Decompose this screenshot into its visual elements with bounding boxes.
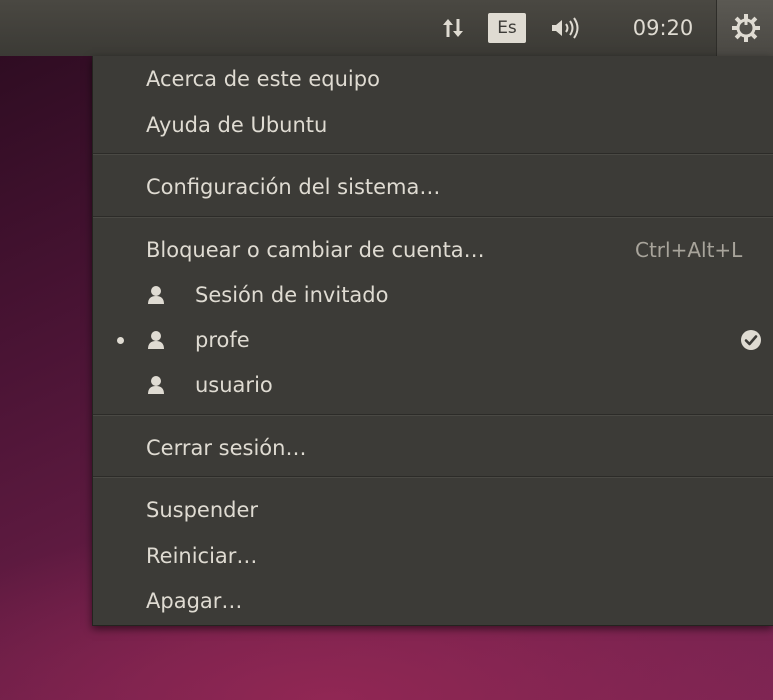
menu-item-about[interactable]: Acerca de este equipo (93, 56, 773, 102)
language-label: Es (497, 18, 517, 38)
menu-item-user-profe[interactable]: profe (93, 317, 773, 363)
menu-separator (93, 414, 773, 416)
menu-item-label: Cerrar sesión… (146, 436, 307, 460)
menu-item-system-settings[interactable]: Configuración del sistema… (93, 164, 773, 210)
menu-separator (93, 216, 773, 218)
top-panel: Es 09:20 (0, 0, 773, 56)
user-icon (148, 376, 164, 394)
power-gear-icon (731, 14, 760, 42)
network-indicator[interactable] (436, 0, 470, 56)
menu-item-label: profe (195, 328, 250, 352)
speaker-volume-icon (552, 17, 579, 39)
menu-item-shutdown[interactable]: Apagar… (93, 578, 773, 624)
user-icon (148, 331, 164, 349)
menu-item-restart[interactable]: Reiniciar… (93, 533, 773, 579)
clock-indicator[interactable]: 09:20 (620, 0, 706, 56)
user-icon (148, 286, 164, 304)
active-session-bullet-icon (117, 337, 124, 344)
session-indicator[interactable] (716, 0, 773, 56)
menu-item-label: Acerca de este equipo (146, 67, 380, 91)
menu-item-label: Ayuda de Ubuntu (146, 113, 328, 137)
menu-item-label: Reiniciar… (146, 544, 258, 568)
menu-item-user-usuario[interactable]: usuario (93, 362, 773, 408)
checkmark-icon (741, 330, 761, 350)
menu-item-label: Configuración del sistema… (146, 175, 441, 199)
keyboard-shortcut: Ctrl+Alt+L (635, 238, 743, 262)
menu-item-user-guest[interactable]: Sesión de invitado (93, 272, 773, 318)
menu-item-lock-switch[interactable]: Bloquear o cambiar de cuenta… Ctrl+Alt+L (93, 227, 773, 273)
menu-item-label: Suspender (146, 498, 259, 522)
sound-indicator[interactable] (540, 0, 594, 56)
menu-item-help[interactable]: Ayuda de Ubuntu (93, 102, 773, 148)
menu-item-label: Apagar… (146, 589, 243, 613)
menu-item-label: Sesión de invitado (195, 283, 389, 307)
language-indicator[interactable]: Es (488, 13, 526, 43)
menu-item-label: usuario (195, 373, 273, 397)
menu-item-logout[interactable]: Cerrar sesión… (93, 425, 773, 471)
network-updown-icon (443, 19, 463, 37)
menu-separator (93, 153, 773, 155)
menu-item-suspend[interactable]: Suspender (93, 487, 773, 533)
menu-separator (93, 476, 773, 478)
clock-time: 09:20 (632, 16, 694, 40)
menu-item-label: Bloquear o cambiar de cuenta… (146, 238, 485, 262)
session-menu: Acerca de este equipo Ayuda de Ubuntu Co… (92, 56, 773, 626)
